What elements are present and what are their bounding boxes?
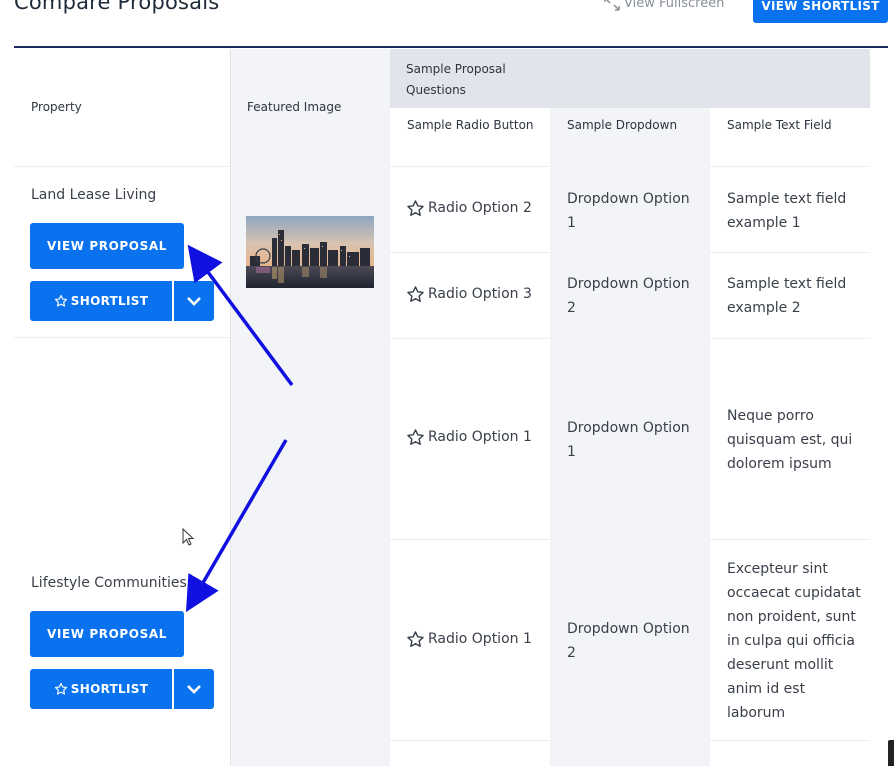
row-divider: [390, 252, 550, 253]
view-proposal-button[interactable]: VIEW PROPOSAL: [30, 611, 184, 657]
page-title: Compare Proposals: [14, 0, 220, 14]
expand-icon: [604, 0, 620, 11]
row-divider: [390, 539, 550, 540]
row-divider: [14, 337, 230, 338]
radio-answer: Radio Option 1: [406, 627, 532, 651]
view-shortlist-button[interactable]: VIEW SHORTLIST: [753, 0, 888, 23]
row-divider: [14, 166, 230, 167]
header-radio: Sample Radio Button: [407, 118, 534, 132]
chevron-down-icon: [187, 297, 201, 306]
shortlist-label: SHORTLIST: [70, 682, 149, 696]
shortlist-label: SHORTLIST: [70, 294, 149, 308]
shortlist-button[interactable]: SHORTLIST: [30, 281, 172, 321]
header-divider: [14, 46, 888, 48]
featured-image-skyline: [246, 216, 374, 288]
header-property: Property: [31, 100, 82, 114]
group-header-label: Sample Proposal Questions: [406, 62, 506, 97]
text-field-answer: Excepteur sint occaecat cupidatat non pr…: [727, 561, 861, 721]
row-divider: [710, 539, 870, 540]
star-outline-icon: [407, 199, 424, 216]
text-field-answer: Sample text field example 2: [727, 276, 847, 316]
scrollbar-thumb[interactable]: [888, 740, 894, 766]
row-divider: [390, 166, 550, 167]
property-name: Land Lease Living: [31, 187, 157, 203]
star-outline-icon: [407, 630, 424, 647]
mouse-cursor-icon: [182, 528, 195, 546]
fullscreen-label: View Fullscreen: [624, 0, 725, 11]
text-field-answer: Neque porro quisquam est, qui dolorem ip…: [727, 408, 853, 472]
dropdown-answer: Dropdown Option 1: [567, 191, 690, 231]
view-fullscreen-link[interactable]: View Fullscreen: [604, 0, 724, 11]
star-outline-icon: [54, 294, 67, 307]
chevron-down-icon: [187, 685, 201, 694]
header-text-field: Sample Text Field: [727, 118, 832, 132]
star-outline-icon: [407, 285, 424, 302]
text-field-answer: Sample text field example 1: [727, 191, 847, 231]
proposal-questions-group-header: Sample Proposal Questions: [390, 49, 870, 108]
property-name: Lifestyle Communities: [31, 575, 187, 591]
row-divider: [710, 166, 870, 167]
radio-answer: Radio Option 1: [406, 425, 532, 449]
header-dropdown: Sample Dropdown: [567, 118, 678, 132]
row-divider: [710, 338, 870, 339]
featured-image-column: [230, 49, 391, 766]
row-divider: [710, 252, 870, 253]
dropdown-answer: Dropdown Option 1: [567, 420, 690, 460]
shortlist-button[interactable]: SHORTLIST: [30, 669, 172, 709]
shortlist-dropdown-toggle[interactable]: [174, 281, 214, 321]
radio-answer-text: Radio Option 2: [428, 200, 532, 216]
view-proposal-button[interactable]: VIEW PROPOSAL: [30, 223, 184, 269]
radio-answer-text: Radio Option 1: [428, 429, 532, 445]
property-column: [14, 49, 230, 766]
row-divider: [710, 740, 870, 741]
star-outline-icon: [407, 428, 424, 445]
dropdown-answer: Dropdown Option 2: [567, 276, 690, 316]
radio-answer: Radio Option 2: [406, 196, 532, 220]
star-outline-icon: [54, 682, 67, 695]
row-divider: [390, 740, 550, 741]
header-featured-image: Featured Image: [247, 100, 342, 114]
radio-answer-text: Radio Option 3: [428, 286, 532, 302]
shortlist-dropdown-toggle[interactable]: [174, 669, 214, 709]
radio-answer-text: Radio Option 1: [428, 631, 532, 647]
row-divider: [390, 338, 550, 339]
radio-answer: Radio Option 3: [406, 282, 532, 306]
dropdown-answer: Dropdown Option 2: [567, 621, 690, 661]
